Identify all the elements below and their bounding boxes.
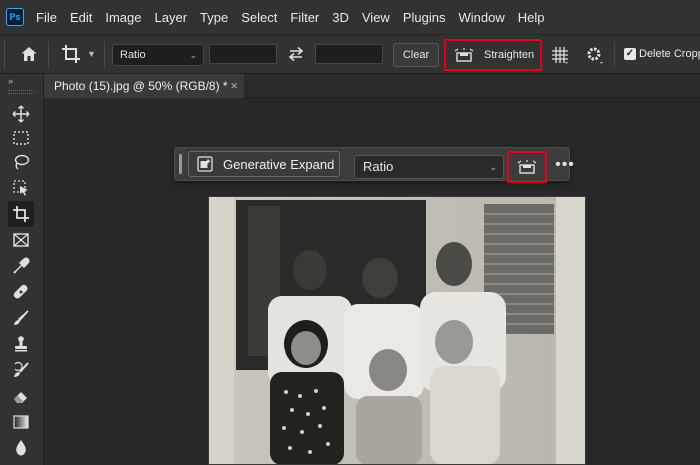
contextual-ratio-select[interactable]: Ratio ⌄ xyxy=(354,155,504,179)
menu-bar: Ps File Edit Image Layer Type Select Fil… xyxy=(0,0,700,34)
gradient-tool-icon[interactable] xyxy=(8,409,34,435)
menu-image[interactable]: Image xyxy=(105,10,141,25)
blur-tool-icon[interactable] xyxy=(8,435,34,461)
history-brush-tool-icon[interactable] xyxy=(8,357,34,383)
healing-brush-tool-icon[interactable] xyxy=(8,279,34,305)
options-bar: ▼ Ratio ⌄ Clear Straighten ✓ Delete Crop… xyxy=(0,34,700,74)
contextual-ratio-label: Ratio xyxy=(363,159,394,174)
menu-help[interactable]: Help xyxy=(518,10,545,25)
overlay-grid-icon[interactable] xyxy=(550,45,570,65)
straighten-icon xyxy=(517,160,537,174)
brush-tool-icon[interactable] xyxy=(8,305,34,331)
contextual-task-bar: Generative Expand Ratio ⌄ ••• xyxy=(174,147,574,183)
clear-button[interactable]: Clear xyxy=(393,43,439,67)
delete-cropped-checkbox[interactable]: ✓ xyxy=(624,48,636,60)
generative-expand-button[interactable]: Generative Expand xyxy=(188,151,340,177)
object-selection-tool-icon[interactable] xyxy=(8,175,34,201)
more-options-icon[interactable]: ••• xyxy=(554,155,576,179)
generative-expand-icon xyxy=(197,156,213,172)
menu-edit[interactable]: Edit xyxy=(70,10,92,25)
menu-window[interactable]: Window xyxy=(458,10,504,25)
height-input[interactable] xyxy=(315,44,383,64)
menu-type[interactable]: Type xyxy=(200,10,228,25)
home-icon[interactable] xyxy=(20,45,38,63)
lasso-tool-icon[interactable] xyxy=(8,149,34,175)
straighten-label: Straighten xyxy=(484,49,535,61)
photo-content xyxy=(208,196,586,465)
separator xyxy=(104,42,105,68)
contextual-straighten-button[interactable] xyxy=(507,151,547,183)
document-tab-title: Photo (15).jpg @ 50% (RGB/8) * xyxy=(54,79,228,93)
menu-view[interactable]: View xyxy=(362,10,390,25)
collapse-toolbar-icon[interactable]: » xyxy=(8,76,13,86)
width-input[interactable] xyxy=(209,44,277,64)
crop-tool-preset-icon[interactable] xyxy=(60,43,82,65)
menu-filter[interactable]: Filter xyxy=(290,10,319,25)
document-tab-bar: Photo (15).jpg @ 50% (RGB/8) * × xyxy=(44,74,700,98)
menu-3d[interactable]: 3D xyxy=(332,10,349,25)
eyedropper-tool-icon[interactable] xyxy=(8,253,34,279)
contextual-bar-handle[interactable] xyxy=(179,154,182,174)
contextual-bar-content: Generative Expand Ratio ⌄ ••• xyxy=(188,151,574,183)
separator xyxy=(48,42,49,68)
chevron-down-icon: ⌄ xyxy=(189,50,197,60)
photoshop-logo-icon[interactable]: Ps xyxy=(6,8,24,26)
crop-tool-icon[interactable] xyxy=(8,201,34,227)
marquee-tool-icon[interactable] xyxy=(8,125,34,151)
move-tool-icon[interactable] xyxy=(8,101,34,127)
menu-plugins[interactable]: Plugins xyxy=(403,10,446,25)
menu-select[interactable]: Select xyxy=(241,10,277,25)
clone-stamp-tool-icon[interactable] xyxy=(8,331,34,357)
options-bar-grip[interactable] xyxy=(4,41,7,69)
menu-file[interactable]: File xyxy=(36,10,57,25)
menu-layer[interactable]: Layer xyxy=(155,10,188,25)
frame-tool-icon[interactable] xyxy=(8,227,34,253)
tools-panel: » xyxy=(0,74,44,465)
eraser-tool-icon[interactable] xyxy=(8,383,34,409)
delete-cropped-label: Delete Croppe xyxy=(639,48,700,60)
chevron-down-icon: ⌄ xyxy=(489,162,497,172)
toolbar-grip[interactable] xyxy=(8,90,34,94)
gear-icon[interactable] xyxy=(585,45,605,65)
straighten-button[interactable]: Straighten xyxy=(444,39,542,71)
chevron-down-icon[interactable]: ▼ xyxy=(87,49,96,59)
ratio-select-label: Ratio xyxy=(120,49,146,61)
document-image[interactable] xyxy=(208,196,586,465)
close-icon[interactable]: × xyxy=(230,74,238,98)
ratio-select[interactable]: Ratio ⌄ xyxy=(112,44,204,66)
document-tab[interactable]: Photo (15).jpg @ 50% (RGB/8) * × xyxy=(44,74,244,98)
separator xyxy=(614,42,615,68)
generative-expand-label: Generative Expand xyxy=(223,156,335,172)
swap-icon[interactable] xyxy=(287,45,305,63)
straighten-icon xyxy=(454,48,474,62)
